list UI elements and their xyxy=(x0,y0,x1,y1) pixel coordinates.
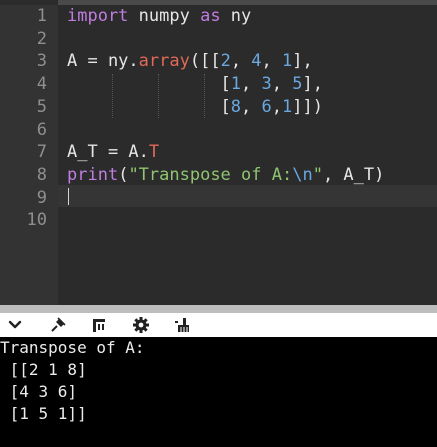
code-token: "Transpose of A: xyxy=(128,164,293,185)
code-token: ( xyxy=(118,164,129,185)
broom-clear-icon xyxy=(175,318,189,332)
indent-guide xyxy=(158,74,159,118)
code-token: , xyxy=(241,96,262,117)
console-output: Transpose of A: [[2 1 8] [4 3 6] [1 5 1]… xyxy=(0,337,437,447)
code-token: 1 xyxy=(230,74,242,95)
code-token: 1 xyxy=(282,96,293,117)
code-token: 1 xyxy=(282,51,293,72)
code-token: ], xyxy=(292,51,313,72)
collapse-chevron-button[interactable] xyxy=(2,314,28,336)
code-line[interactable]: 10 xyxy=(0,209,437,231)
panel-splitter[interactable] xyxy=(0,305,437,313)
line-number: 4 xyxy=(36,74,47,95)
code-token: 5 xyxy=(292,74,303,95)
code-token: \n xyxy=(292,164,313,185)
code-token: , A_T) xyxy=(322,164,385,185)
code-token: ny xyxy=(220,6,252,26)
line-number: 6 xyxy=(36,119,47,140)
code-line[interactable]: 8 print("Transpose of A:\n", A_T) xyxy=(0,164,437,186)
code-token: [ xyxy=(67,74,231,95)
output-line: [1 5 1]] xyxy=(0,404,87,423)
chevron-down-icon xyxy=(8,320,22,329)
code-token: A = ny. xyxy=(67,51,139,72)
clear-output-button[interactable] xyxy=(169,314,195,336)
code-token: import xyxy=(67,6,129,26)
code-token: ([[ xyxy=(189,51,221,72)
line-number: 8 xyxy=(36,164,47,185)
code-line[interactable]: 7 A_T = A.T xyxy=(0,141,437,163)
code-token: ], xyxy=(302,74,323,95)
code-editor[interactable]: 1 import numpy as ny 2 3 A = ny.array([[2, 4… xyxy=(0,0,437,305)
code-token: 6 xyxy=(261,96,272,117)
line-number: 1 xyxy=(36,6,47,26)
code-line[interactable]: 6 xyxy=(0,119,437,141)
code-token: , xyxy=(241,74,262,95)
code-token: [ xyxy=(67,96,231,117)
code-token: as xyxy=(200,6,221,26)
code-token: 2 xyxy=(220,51,231,72)
code-token: , xyxy=(271,74,293,95)
app-window: 1 import numpy as ny 2 3 A = ny.array([[2, 4… xyxy=(0,0,437,447)
output-line: [[2 1 8] xyxy=(0,360,87,379)
line-number: 9 xyxy=(36,187,47,208)
text-caret xyxy=(68,188,69,205)
pin-button[interactable] xyxy=(45,314,71,336)
gear-icon xyxy=(133,317,149,333)
code-line[interactable]: 9 xyxy=(0,187,437,209)
line-number: 7 xyxy=(36,142,47,163)
indent-guide xyxy=(112,74,113,118)
code-token: print xyxy=(67,164,119,185)
pin-icon xyxy=(51,317,66,332)
line-number: 5 xyxy=(36,96,47,117)
code-token: A_T = A. xyxy=(67,142,149,163)
output-line: Transpose of A: xyxy=(0,338,145,357)
code-line[interactable]: 1 import numpy as ny xyxy=(0,5,437,27)
code-token: , xyxy=(230,51,252,72)
settings-button[interactable] xyxy=(128,314,154,336)
output-line: [4 3 6] xyxy=(0,382,78,401)
line-number: 10 xyxy=(26,210,47,231)
code-token: T xyxy=(148,142,160,163)
code-token: array xyxy=(138,51,190,72)
code-line[interactable]: 4 [1, 3, 5], xyxy=(0,73,437,95)
code-token: , xyxy=(261,51,283,72)
code-line[interactable]: 5 [8, 6,1]]) xyxy=(0,96,437,118)
code-token: , xyxy=(271,96,282,117)
output-panel-button[interactable] xyxy=(86,314,112,336)
code-line[interactable]: 3 A = ny.array([[2, 4, 1], xyxy=(0,50,437,72)
code-token: 3 xyxy=(261,74,272,95)
line-number: 3 xyxy=(36,51,47,72)
output-toolbar xyxy=(0,313,437,337)
code-token: " xyxy=(312,164,323,185)
line-number: 2 xyxy=(36,28,47,49)
code-token: 4 xyxy=(251,51,262,72)
code-token: ]]) xyxy=(292,96,323,117)
indent-guide xyxy=(204,74,205,118)
code-token: numpy xyxy=(128,6,201,26)
code-token: 8 xyxy=(230,96,242,117)
code-line[interactable]: 2 xyxy=(0,28,437,50)
panel-layout-icon xyxy=(93,319,105,332)
